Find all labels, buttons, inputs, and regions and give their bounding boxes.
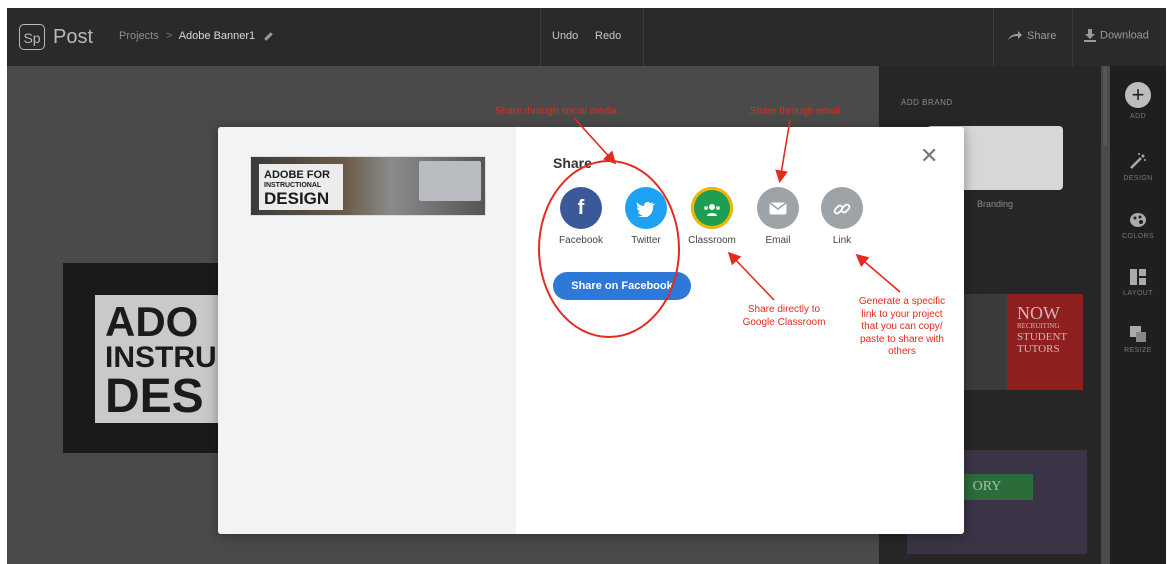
thumbnail-text-block: NOW RECRUITING STUDENT TUTORS	[1007, 294, 1083, 390]
breadcrumb: Projects > Adobe Banner1	[119, 30, 273, 42]
layout-icon	[1130, 269, 1146, 285]
pencil-icon[interactable]	[264, 31, 273, 41]
download-button[interactable]: Download	[1084, 29, 1149, 42]
plus-icon: +	[1125, 82, 1151, 108]
google-classroom-icon	[691, 187, 733, 229]
modal-preview-pane: ADOBE FOR INSTRUCTIONAL DESIGN	[218, 127, 516, 534]
banner-line: ADO	[105, 298, 199, 345]
annotation-circle	[538, 160, 680, 338]
annotation-line: paste to share with	[860, 333, 944, 345]
brand-caption: Branding	[977, 199, 1014, 209]
banner-line: DES	[105, 370, 204, 423]
thumbnail-text: ORY	[972, 479, 1002, 494]
close-icon[interactable]: ✕	[920, 145, 938, 167]
divider	[1072, 8, 1073, 66]
thumbnail-text: STUDENT	[1017, 331, 1068, 343]
annotation-link: Generate a specific link to your project…	[846, 296, 958, 359]
preview-text: INSTRUCTIONAL	[264, 182, 322, 189]
resize-icon	[1130, 326, 1146, 342]
tool-add[interactable]: + ADD	[1110, 82, 1166, 120]
annotation-email: Share through email	[749, 106, 841, 117]
tool-label: LAYOUT	[1123, 290, 1153, 297]
section-label: ADD BRAND	[901, 98, 953, 107]
share-option-label: Email	[765, 235, 791, 246]
annotation-line: Share directly to	[747, 304, 821, 315]
logo-text[interactable]: Post	[53, 24, 93, 50]
share-option-link[interactable]: Link	[812, 187, 872, 246]
undo-button[interactable]: Undo	[552, 30, 578, 42]
download-label: Download	[1100, 29, 1149, 42]
top-bar: Sp Post Projects > Adobe Banner1 Undo Re…	[7, 8, 1166, 66]
share-option-classroom[interactable]: Classroom	[682, 187, 742, 246]
share-option-label: Link	[832, 235, 852, 246]
thumbnail-text: RECRUITING	[1017, 322, 1060, 330]
magic-wand-icon	[1130, 153, 1146, 169]
tool-resize[interactable]: RESIZE	[1110, 326, 1166, 354]
divider	[643, 8, 644, 66]
laptop-image	[419, 161, 481, 201]
project-name[interactable]: Adobe Banner1	[179, 30, 255, 42]
tool-label: ADD	[1130, 113, 1146, 120]
tool-label: DESIGN	[1123, 175, 1153, 182]
banner-line: INSTRU	[105, 341, 217, 374]
link-icon	[821, 187, 863, 229]
preview-plate: ADOBE FOR INSTRUCTIONAL DESIGN	[259, 164, 343, 210]
redo-button[interactable]: Redo	[595, 30, 621, 42]
annotation-social: Share through social media	[495, 106, 617, 117]
banner-preview: ADOBE FOR INSTRUCTIONAL DESIGN	[250, 156, 486, 216]
panel-scrollbar[interactable]	[1103, 66, 1107, 146]
share-label: Share	[1027, 30, 1057, 42]
tool-strip: + ADD DESIGN COLORS LAYOUT RESIZE	[1110, 66, 1166, 564]
share-arrow-icon	[1008, 31, 1022, 41]
tool-design[interactable]: DESIGN	[1110, 152, 1166, 182]
thumbnail-text: NOW	[1017, 303, 1060, 323]
annotation-line: that you can copy/	[861, 321, 943, 332]
tool-label: COLORS	[1122, 233, 1154, 240]
share-option-email[interactable]: Email	[748, 187, 808, 246]
divider	[540, 8, 541, 66]
annotation-line: Google Classroom	[742, 316, 826, 328]
breadcrumb-separator: >	[165, 30, 173, 42]
annotation-line: Generate a specific	[858, 296, 946, 307]
divider	[993, 8, 994, 66]
preview-text: ADOBE FOR	[264, 169, 330, 181]
email-icon	[757, 187, 799, 229]
palette-icon	[1130, 213, 1146, 227]
annotation-line: link to your project	[861, 308, 943, 320]
share-option-label: Classroom	[688, 235, 736, 246]
breadcrumb-projects[interactable]: Projects	[119, 30, 159, 42]
annotation-classroom: Share directly to Google Classroom	[734, 304, 834, 329]
tool-layout[interactable]: LAYOUT	[1110, 269, 1166, 297]
thumbnail-text: TUTORS	[1017, 343, 1060, 355]
share-button[interactable]: Share	[1007, 30, 1056, 42]
preview-text: DESIGN	[264, 189, 330, 208]
tool-colors[interactable]: COLORS	[1110, 212, 1166, 240]
download-icon	[1084, 29, 1096, 42]
tool-label: RESIZE	[1124, 347, 1152, 354]
logo-mark[interactable]: Sp	[19, 24, 45, 50]
annotation-line: others	[888, 346, 916, 357]
